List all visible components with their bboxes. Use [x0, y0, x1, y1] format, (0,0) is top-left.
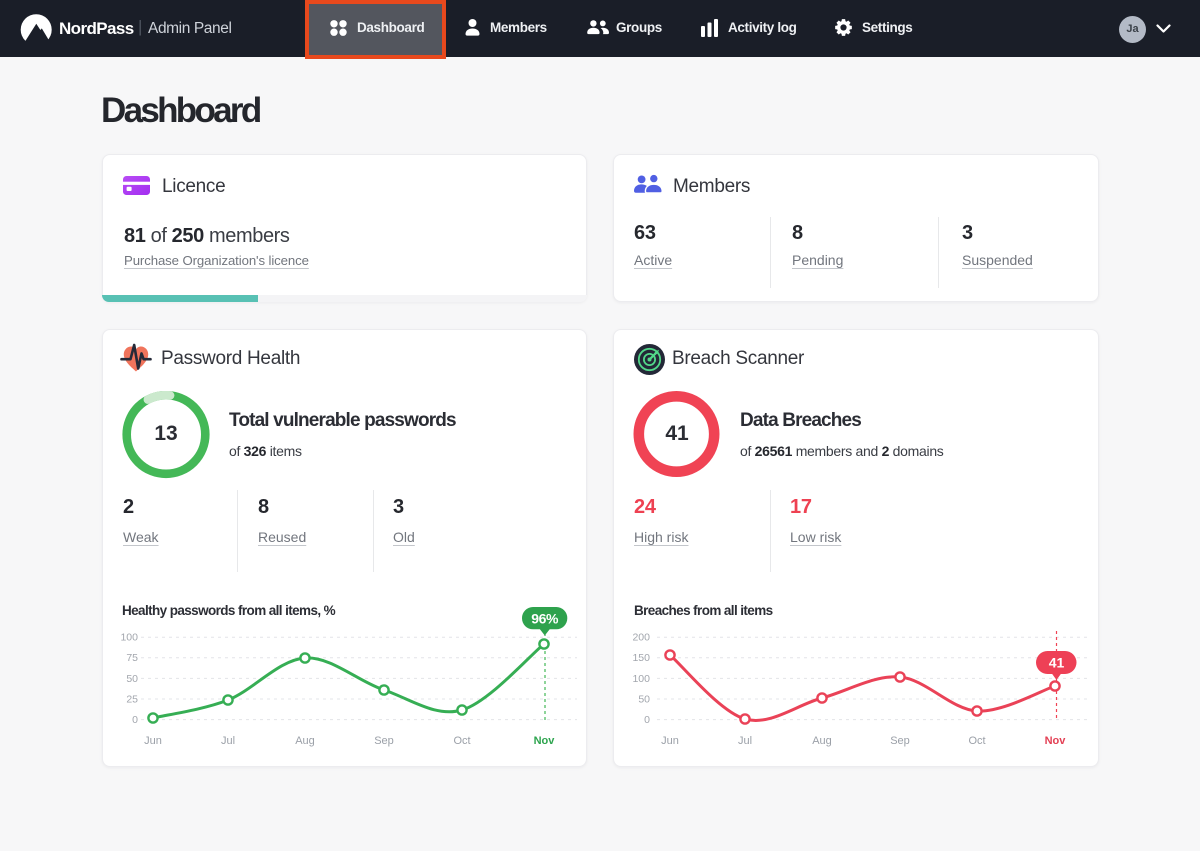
svg-text:41: 41 [1049, 655, 1065, 671]
svg-text:Nov: Nov [1045, 735, 1067, 747]
svg-text:Nov: Nov [534, 735, 556, 747]
svg-text:0: 0 [644, 714, 650, 726]
svg-text:Sep: Sep [374, 735, 394, 747]
svg-text:200: 200 [632, 632, 650, 644]
svg-text:50: 50 [638, 693, 650, 705]
svg-text:100: 100 [120, 632, 138, 644]
svg-text:Sep: Sep [890, 735, 910, 747]
svg-text:Jun: Jun [661, 735, 679, 747]
svg-text:75: 75 [126, 652, 138, 664]
svg-text:100: 100 [632, 673, 650, 685]
svg-text:25: 25 [126, 693, 138, 705]
svg-text:Aug: Aug [812, 735, 832, 747]
svg-text:50: 50 [126, 673, 138, 685]
svg-text:150: 150 [632, 652, 650, 664]
svg-text:Oct: Oct [453, 735, 470, 747]
svg-text:Jul: Jul [738, 735, 752, 747]
svg-text:Oct: Oct [968, 735, 985, 747]
svg-text:0: 0 [132, 714, 138, 726]
svg-text:Jun: Jun [144, 735, 162, 747]
svg-text:Jul: Jul [221, 735, 235, 747]
svg-text:Aug: Aug [295, 735, 315, 747]
svg-text:96%: 96% [531, 610, 559, 626]
